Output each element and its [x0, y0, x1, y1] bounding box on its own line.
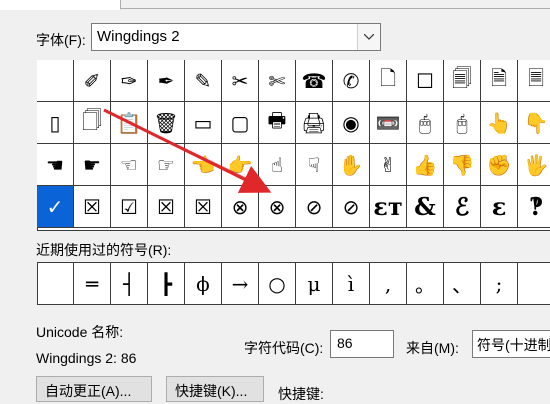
recent-symbol-cell[interactable]: , — [370, 263, 407, 304]
char-code-label: 字符代码(C): — [244, 340, 324, 356]
symbol-cell[interactable]: ✋ — [333, 144, 370, 186]
symbol-cell[interactable]: 📋 — [111, 102, 148, 144]
symbol-cell[interactable]: 🖱 — [407, 102, 444, 144]
symbol-cell[interactable]: 🖰 — [444, 102, 481, 144]
symbol-cell[interactable]: ▯ — [37, 102, 74, 144]
recent-symbol-cell[interactable]: → — [222, 263, 259, 304]
symbol-cell[interactable]: 🖶 — [259, 102, 296, 144]
symbol-cell[interactable]: ✐ — [74, 60, 111, 102]
font-select-value: Wingdings 2 — [97, 28, 180, 45]
chevron-down-icon[interactable] — [357, 24, 380, 50]
symbol-cell[interactable]: ✂ — [222, 60, 259, 102]
recent-symbol-cell[interactable]: 。 — [407, 263, 444, 304]
font-label: 字体(F): — [36, 32, 86, 48]
symbol-cell[interactable]: ☐ — [407, 60, 444, 102]
recent-symbol-cell[interactable]: ┤ — [111, 263, 148, 304]
recent-symbol-cell[interactable]: ϕ — [185, 263, 222, 304]
symbol-cell[interactable]: ☑ — [111, 186, 148, 228]
recent-symbol-cell[interactable]: ═ — [74, 263, 111, 304]
symbol-cell[interactable]: ✄ — [259, 60, 296, 102]
symbol-cell[interactable]: ⊘ — [333, 186, 370, 228]
symbol-cell[interactable]: 🖐 — [518, 144, 550, 186]
symbol-cell[interactable]: 🗏 — [518, 60, 550, 102]
symbol-cell[interactable]: 👇 — [518, 102, 550, 144]
font-select[interactable]: Wingdings 2 — [91, 23, 381, 51]
symbol-cell[interactable]: 🗋 — [370, 60, 407, 102]
symbol-cell[interactable]: 👉 — [222, 144, 259, 186]
symbol-cell[interactable]: ɛт — [370, 186, 407, 228]
symbol-cell[interactable]: 👆 — [481, 102, 518, 144]
symbol-cell[interactable]: ✆ — [333, 60, 370, 102]
symbol-cell[interactable]: ☛ — [74, 144, 111, 186]
shortcut-key-label: 快捷键: — [278, 386, 324, 402]
symbol-cell[interactable]: 🗍 — [74, 102, 111, 144]
symbol-cell[interactable]: ☞ — [148, 144, 185, 186]
recent-symbol-cell[interactable]: ○ — [259, 263, 296, 304]
symbol-cell[interactable]: 🗐 — [444, 60, 481, 102]
symbol-cell[interactable]: 🗑 — [148, 102, 185, 144]
recent-symbol-cell[interactable]: ì — [333, 263, 370, 304]
symbol-cell[interactable]: 📼 — [370, 102, 407, 144]
symbol-cell[interactable]: ⊘ — [296, 186, 333, 228]
symbol-cell[interactable]: ℰ — [444, 186, 481, 228]
recent-symbol-cell[interactable] — [37, 263, 74, 304]
symbol-cell[interactable]: ✎ — [185, 60, 222, 102]
symbol-cell[interactable]: ☎ — [296, 60, 333, 102]
char-code-input[interactable]: 86 — [330, 330, 394, 358]
symbol-cell[interactable]: ✌ — [370, 144, 407, 186]
symbol-cell[interactable]: ☚ — [37, 144, 74, 186]
shortcut-key-button[interactable]: 快捷键(K)... — [166, 376, 264, 402]
tab-symbols[interactable] — [0, 0, 121, 10]
symbol-cell[interactable]: 🗎 — [481, 60, 518, 102]
recent-symbol-cell[interactable] — [518, 263, 550, 304]
symbol-cell[interactable]: ✊ — [481, 144, 518, 186]
recent-symbols-grid[interactable]: ═ ┤ ┣ ϕ → ○ μ ì,。、; — [37, 262, 550, 305]
recent-symbol-cell[interactable]: ┣ — [148, 263, 185, 304]
symbol-cell[interactable]: ◉ — [333, 102, 370, 144]
symbol-cell[interactable]: ☒ — [148, 186, 185, 228]
symbol-cell[interactable]: ‽ — [518, 186, 550, 228]
symbol-cell[interactable]: ⊗ — [259, 186, 296, 228]
symbol-cell[interactable]: ☒ — [74, 186, 111, 228]
symbol-cell[interactable]: ☟ — [296, 144, 333, 186]
symbol-cell[interactable]: ɛ — [481, 186, 518, 228]
symbol-cell[interactable]: ☒ — [185, 186, 222, 228]
unicode-name-value: Wingdings 2: 86 — [36, 350, 137, 366]
unicode-name-label: Unicode 名称: — [36, 324, 124, 340]
symbol-cell[interactable]: ☜ — [111, 144, 148, 186]
from-select[interactable]: 符号(十进制 — [472, 330, 550, 358]
recent-symbol-cell[interactable]: 、 — [444, 263, 481, 304]
symbol-cell[interactable]: ✒ — [148, 60, 185, 102]
recent-symbol-cell[interactable]: μ — [296, 263, 333, 304]
from-label: 来自(M): — [406, 340, 459, 356]
tab-divider — [120, 8, 550, 9]
symbol-cell[interactable]: 👍 — [407, 144, 444, 186]
symbol-cell[interactable]: ☝ — [259, 144, 296, 186]
recent-symbols-label: 近期使用过的符号(R): — [36, 242, 172, 258]
symbol-cell[interactable]: 🖨 — [296, 102, 333, 144]
recent-symbol-cell[interactable]: ; — [481, 263, 518, 304]
symbol-cell[interactable]: ▢ — [222, 102, 259, 144]
symbol-cell[interactable]: ⊗ — [222, 186, 259, 228]
symbol-cell[interactable]: & — [407, 186, 444, 228]
symbol-grid[interactable]: ✐ ✑ ✒ ✎ ✂ ✄ ☎ ✆ 🗋 ☐ 🗐 🗎 🗏 ▯ 🗍 📋 🗑 ▭ ▢ 🖶 🖨 ◉ 📼 🖱 🖰 👆 👇 ☚ ☛ ☜ ☞ 👈 👉 ☝ ☟ ✋ ✌ 👍 👎 ✊… — [37, 60, 550, 231]
symbol-cell[interactable] — [37, 60, 74, 102]
symbol-cell[interactable]: ✑ — [111, 60, 148, 102]
autocorrect-button[interactable]: 自动更正(A)... — [36, 376, 152, 402]
symbol-cell[interactable]: 👈 — [185, 144, 222, 186]
symbol-cell[interactable]: 👎 — [444, 144, 481, 186]
symbol-cell[interactable]: ✓ — [37, 186, 74, 228]
symbol-cell[interactable]: ▭ — [185, 102, 222, 144]
